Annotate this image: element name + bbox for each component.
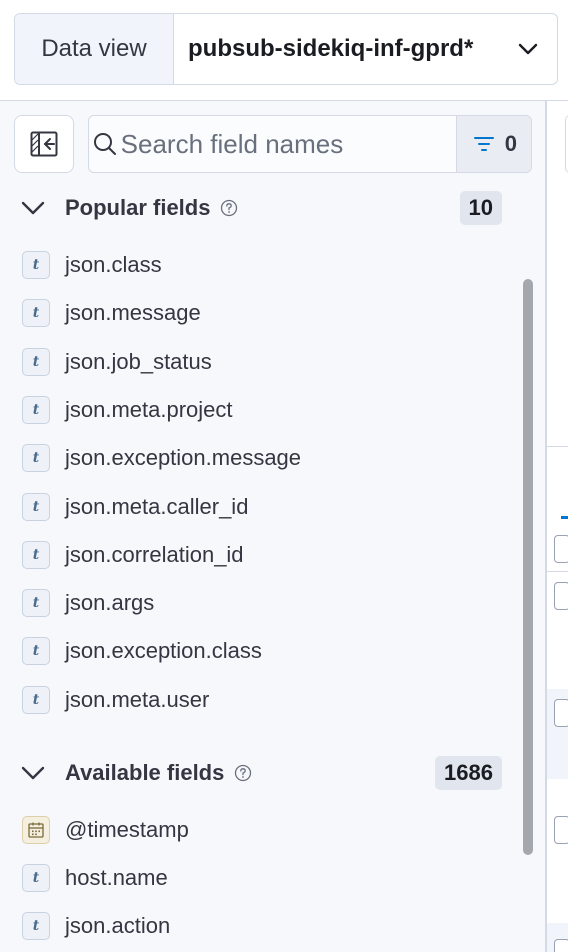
field-name: json.meta.user (65, 686, 210, 712)
row-checkbox[interactable] (554, 939, 568, 952)
field-list-item[interactable]: t json.meta.project (22, 394, 233, 426)
string-type-icon: t (22, 251, 50, 279)
string-type-icon: t (22, 589, 50, 618)
string-type-icon: t (22, 637, 50, 666)
string-type-icon: t (22, 864, 50, 892)
panel-divider (547, 446, 568, 447)
string-type-icon: t (22, 912, 50, 940)
popular-fields-count: 10 (459, 191, 502, 225)
field-list-item[interactable]: t json.meta.caller_id (22, 491, 248, 523)
field-name: json.meta.project (65, 396, 233, 422)
help-icon[interactable] (220, 199, 238, 217)
string-type-icon: t (22, 685, 50, 714)
field-name: json.job_status (65, 348, 212, 374)
field-name: json.meta.caller_id (65, 493, 249, 519)
field-name: json.exception.message (65, 445, 302, 471)
data-view-label: Data view (15, 14, 174, 84)
field-list-item[interactable]: t json.job_status (22, 346, 212, 378)
data-view-picker[interactable]: Data view pubsub-sidekiq-inf-gprd* (14, 13, 558, 85)
field-name: json.class (65, 252, 162, 277)
field-search: 0 (88, 115, 532, 173)
sidebar-collapse-icon (30, 131, 58, 157)
field-name: @timestamp (65, 817, 189, 842)
field-name: json.args (65, 590, 155, 616)
collapse-sidebar-button[interactable] (14, 115, 74, 173)
field-list-item[interactable]: t json.action (22, 910, 170, 942)
available-fields-count: 1686 (435, 756, 502, 790)
row-checkbox[interactable] (554, 582, 568, 610)
calendar-icon (22, 816, 50, 844)
field-list-item[interactable]: t json.exception.message (22, 442, 301, 474)
chevron-down-icon (518, 43, 538, 55)
data-view-bar: Data view pubsub-sidekiq-inf-gprd* (0, 0, 568, 101)
chevron-down-icon (14, 753, 54, 793)
popular-fields-header[interactable]: Popular fields 10 (14, 188, 502, 228)
available-fields-title: Available fields (65, 760, 225, 785)
field-list-sidebar: 0 Popular fields 10 t json.class t json.mes… (0, 101, 545, 952)
string-type-icon: t (22, 540, 50, 569)
field-name: host.name (65, 865, 168, 890)
string-type-icon: t (22, 347, 50, 376)
search-icon (89, 116, 121, 172)
field-list-item[interactable]: t json.class (22, 249, 162, 281)
row-checkbox[interactable] (554, 816, 568, 844)
row-checkbox[interactable] (554, 699, 568, 727)
main-panel-edge (547, 101, 568, 952)
filter-count: 0 (504, 131, 517, 156)
panel-divider (547, 571, 568, 572)
popular-fields-title: Popular fields (65, 195, 211, 220)
field-list-item[interactable]: t json.meta.user (22, 684, 209, 716)
field-list-item[interactable]: t json.correlation_id (22, 539, 244, 571)
field-list-item[interactable]: t host.name (22, 862, 168, 894)
help-icon[interactable] (234, 764, 252, 782)
field-name: json.message (65, 300, 201, 326)
filter-icon (473, 137, 494, 151)
string-type-icon: t (22, 492, 50, 521)
string-type-icon: t (22, 395, 50, 424)
available-fields-header[interactable]: Available fields 1686 (14, 753, 502, 793)
data-view-value: pubsub-sidekiq-inf-gprd* (188, 35, 474, 62)
panel-tab-indicator (561, 516, 568, 519)
chevron-down-icon (14, 188, 54, 228)
field-list-item[interactable]: @timestamp (22, 814, 189, 846)
filter-by-type-button[interactable]: 0 (455, 116, 531, 172)
sidebar-scrollbar[interactable] (523, 279, 533, 855)
string-type-icon: t (22, 444, 50, 473)
string-type-icon: t (22, 299, 50, 328)
field-list-item[interactable]: t json.exception.class (22, 635, 262, 667)
field-list-item[interactable]: t json.message (22, 297, 201, 329)
field-name: json.exception.class (65, 638, 262, 664)
row-checkbox[interactable] (554, 535, 568, 563)
field-name: json.action (65, 913, 171, 938)
field-list-item[interactable]: t json.args (22, 587, 154, 619)
search-input[interactable] (120, 116, 456, 172)
field-name: json.correlation_id (65, 541, 244, 567)
data-view-select[interactable]: pubsub-sidekiq-inf-gprd* (174, 14, 557, 84)
